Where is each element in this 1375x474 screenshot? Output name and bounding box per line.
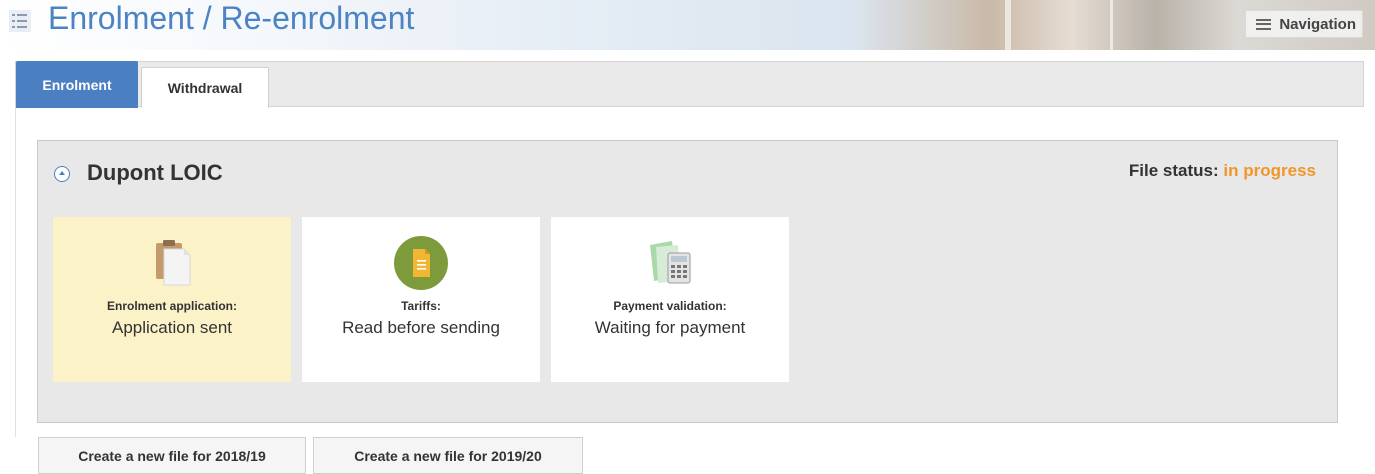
card-value: Read before sending — [342, 318, 500, 337]
card-value: Application sent — [111, 318, 233, 337]
page-title: Enrolment / Re-enrolment — [48, 0, 415, 36]
file-status: File status: in progress — [1129, 161, 1316, 181]
banner-decoration — [1110, 0, 1113, 50]
card-payment-validation[interactable]: Payment validation: Waiting for payment — [551, 217, 789, 382]
card-label: Tariffs: — [401, 299, 441, 313]
content-border — [15, 107, 16, 437]
list-checklist-icon — [9, 10, 31, 32]
navigation-button[interactable]: Navigation — [1245, 10, 1363, 38]
create-file-2019-button[interactable]: Create a new file for 2019/20 — [313, 437, 583, 474]
card-tariffs[interactable]: Tariffs: Read before sending — [302, 217, 540, 382]
clipboard-icon — [156, 240, 191, 286]
enrolment-file-panel: Dupont LOIC File status: in progress Enr… — [37, 140, 1338, 423]
tab-enrolment[interactable]: Enrolment — [16, 61, 138, 108]
card-label: Payment validation: — [613, 299, 727, 313]
tabs-bar: Enrolment Withdrawal — [15, 61, 1364, 108]
navigation-label: Navigation — [1279, 15, 1356, 33]
file-status-value: in progress — [1223, 161, 1316, 180]
card-label: Enrolment application: — [106, 299, 237, 313]
banner-decoration — [1005, 0, 1011, 50]
card-value: Waiting for payment — [594, 318, 746, 337]
calculator-icon — [650, 241, 691, 284]
document-circle-icon — [394, 236, 448, 290]
student-name: Dupont LOIC — [87, 160, 223, 185]
tab-withdrawal[interactable]: Withdrawal — [141, 67, 269, 108]
file-status-label: File status: — [1128, 161, 1219, 180]
create-file-2018-button[interactable]: Create a new file for 2018/19 — [38, 437, 306, 474]
hamburger-icon — [1256, 18, 1272, 30]
card-enrolment-application[interactable]: Enrolment application: Application sent — [53, 217, 291, 382]
page-header: Enrolment / Re-enrolment Navigation — [0, 0, 1375, 50]
collapse-icon[interactable] — [54, 166, 70, 182]
